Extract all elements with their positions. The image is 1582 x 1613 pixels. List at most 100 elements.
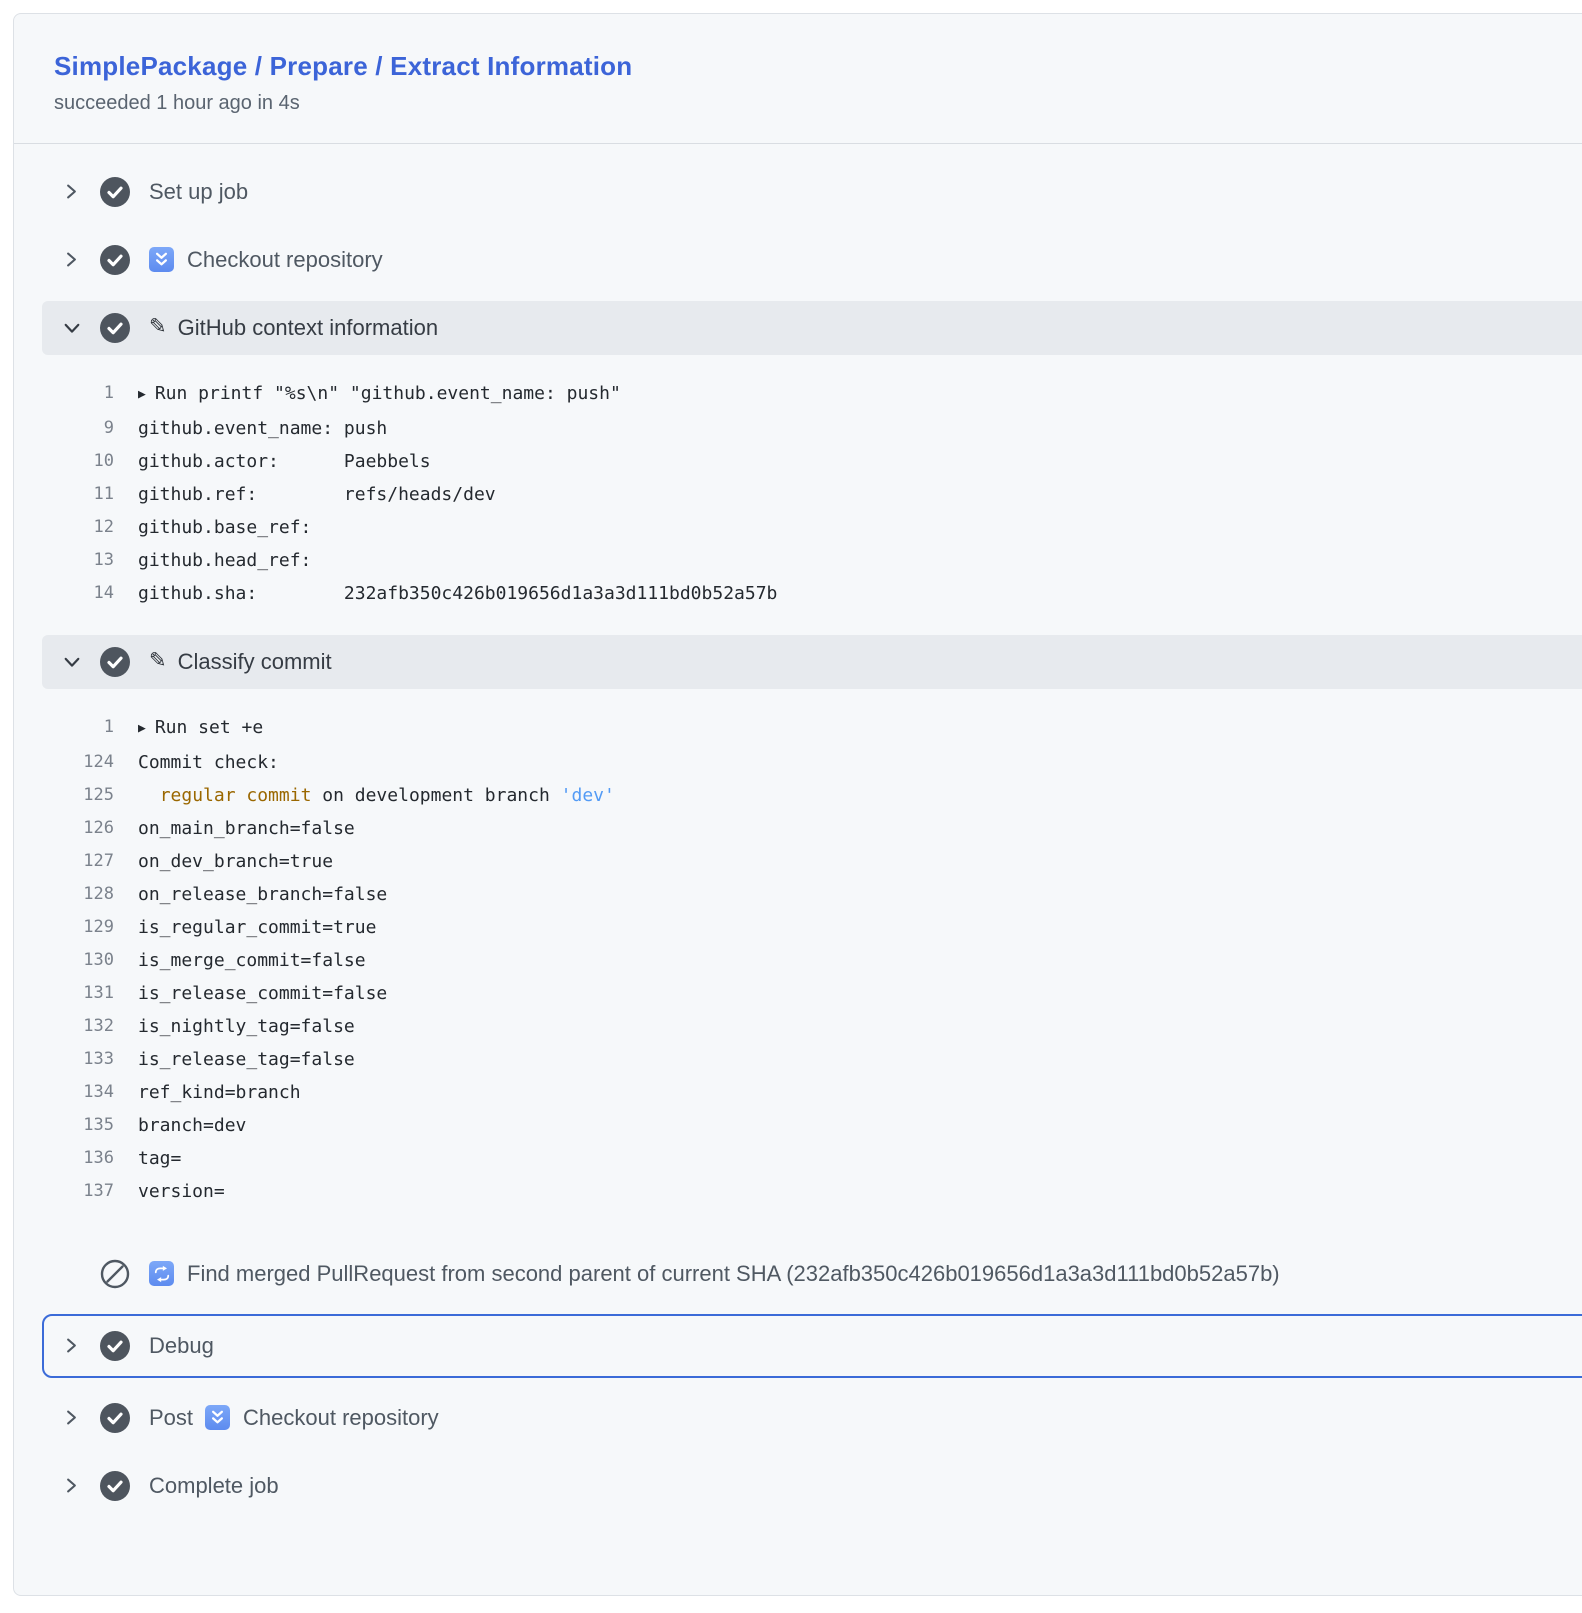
- log-line-text: ▶Run set +e: [138, 711, 263, 746]
- chevron-right-icon[interactable]: [62, 1408, 81, 1427]
- step-row-checkout-repository[interactable]: Checkout repository: [42, 226, 1582, 294]
- log-line-number[interactable]: 124: [42, 746, 138, 779]
- log-line-number[interactable]: 13: [42, 544, 138, 577]
- log-line: 129is_regular_commit=true: [42, 911, 1582, 944]
- log-segment: github.actor: Paebbels: [138, 451, 431, 472]
- log-line-number[interactable]: 11: [42, 478, 138, 511]
- log-line-number[interactable]: 10: [42, 445, 138, 478]
- log-line-text: github.head_ref:: [138, 544, 311, 577]
- log-line-text: is_release_tag=false: [138, 1043, 355, 1076]
- log-segment: github.head_ref:: [138, 550, 311, 571]
- job-header: SimplePackage / Prepare / Extract Inform…: [14, 14, 1582, 143]
- log-segment: tag=: [138, 1148, 181, 1169]
- step-label: Complete job: [149, 1473, 279, 1499]
- log-segment: is_regular_commit=true: [138, 917, 376, 938]
- log-line: 11github.ref: refs/heads/dev: [42, 478, 1582, 511]
- log-segment: branch=dev: [138, 1115, 246, 1136]
- log-segment: on_release_branch=false: [138, 884, 387, 905]
- log-line-text: ▶Run printf "%s\n" "github.event_name: p…: [138, 377, 621, 412]
- success-check-icon: [100, 313, 130, 343]
- log-line: 12github.base_ref:: [42, 511, 1582, 544]
- sync-icon: [149, 1261, 174, 1286]
- log-segment: is_release_commit=false: [138, 983, 387, 1004]
- log-line-text: Commit check:: [138, 746, 279, 779]
- pencil-icon: ✎: [149, 316, 167, 337]
- log-segment: regular commit: [160, 785, 312, 806]
- log-line-number[interactable]: 14: [42, 577, 138, 610]
- step-label: Debug: [149, 1333, 214, 1359]
- log-line-number[interactable]: 132: [42, 1010, 138, 1043]
- log-line: 125 regular commit on development branch…: [42, 779, 1582, 812]
- success-check-icon: [100, 177, 130, 207]
- log-line-number[interactable]: 130: [42, 944, 138, 977]
- success-check-icon: [100, 245, 130, 275]
- success-check-icon: [100, 647, 130, 677]
- step-row-complete-job[interactable]: Complete job: [42, 1452, 1582, 1520]
- log-line-text: github.base_ref:: [138, 511, 311, 544]
- log-segment: on development branch: [311, 785, 560, 806]
- step-log-classify-commit: 1▶Run set +e124Commit check:125 regular …: [42, 689, 1582, 1226]
- chevron-right-icon[interactable]: [62, 250, 81, 269]
- success-check-icon: [100, 1471, 130, 1501]
- step-prefix: Post: [149, 1405, 193, 1431]
- log-line: 136tag=: [42, 1142, 1582, 1175]
- log-line-number[interactable]: 135: [42, 1109, 138, 1142]
- log-line-number[interactable]: 1: [42, 711, 138, 746]
- step-label: Set up job: [149, 179, 248, 205]
- expand-command-icon[interactable]: ▶: [138, 712, 146, 745]
- step-header-classify-commit[interactable]: ✎Classify commit: [42, 635, 1582, 689]
- chevron-down-icon[interactable]: [62, 318, 81, 337]
- log-line: 130is_merge_commit=false: [42, 944, 1582, 977]
- log-line-text: tag=: [138, 1142, 181, 1175]
- expand-command-icon[interactable]: ▶: [138, 378, 146, 411]
- job-title: SimplePackage / Prepare / Extract Inform…: [54, 50, 1582, 83]
- step-row-checkout-repository[interactable]: PostCheckout repository: [42, 1384, 1582, 1452]
- log-line-number[interactable]: 129: [42, 911, 138, 944]
- log-line: 13github.head_ref:: [42, 544, 1582, 577]
- log-line: 126on_main_branch=false: [42, 812, 1582, 845]
- log-line: 132is_nightly_tag=false: [42, 1010, 1582, 1043]
- step-row-find-merged-pullrequest-from-second-pare[interactable]: Find merged PullRequest from second pare…: [42, 1240, 1582, 1308]
- log-line-number[interactable]: 127: [42, 845, 138, 878]
- step-row-debug[interactable]: Debug: [42, 1314, 1582, 1378]
- log-line-number[interactable]: 128: [42, 878, 138, 911]
- log-segment: github.base_ref:: [138, 517, 311, 538]
- checkout-icon: [149, 247, 174, 272]
- log-line-number[interactable]: 9: [42, 412, 138, 445]
- log-line-text: on_release_branch=false: [138, 878, 387, 911]
- log-line: 124Commit check:: [42, 746, 1582, 779]
- log-line-number[interactable]: 12: [42, 511, 138, 544]
- log-line-number[interactable]: 126: [42, 812, 138, 845]
- steps-list: Set up job Checkout repository ✎GitHub con…: [14, 144, 1582, 1560]
- pencil-icon: ✎: [149, 650, 167, 671]
- log-segment: version=: [138, 1181, 225, 1202]
- log-line-number[interactable]: 131: [42, 977, 138, 1010]
- chevron-right-icon[interactable]: [62, 1476, 81, 1495]
- log-line-text: ref_kind=branch: [138, 1076, 301, 1109]
- log-line-text: on_main_branch=false: [138, 812, 355, 845]
- step-label: Checkout repository: [187, 247, 383, 273]
- log-line-number[interactable]: 137: [42, 1175, 138, 1208]
- log-segment: on_dev_branch=true: [138, 851, 333, 872]
- log-line: 127on_dev_branch=true: [42, 845, 1582, 878]
- log-segment: github.event_name: push: [138, 418, 387, 439]
- step-row-set-up-job[interactable]: Set up job: [42, 158, 1582, 226]
- chevron-right-icon[interactable]: [62, 1336, 81, 1355]
- log-line-text: is_nightly_tag=false: [138, 1010, 355, 1043]
- log-line-text: github.ref: refs/heads/dev: [138, 478, 496, 511]
- chevron-right-icon[interactable]: [62, 182, 81, 201]
- log-line: 10github.actor: Paebbels: [42, 445, 1582, 478]
- log-line-number[interactable]: 1: [42, 377, 138, 412]
- log-line-number[interactable]: 133: [42, 1043, 138, 1076]
- log-segment: is_release_tag=false: [138, 1049, 355, 1070]
- log-line-number[interactable]: 125: [42, 779, 138, 812]
- chevron-down-icon[interactable]: [62, 652, 81, 671]
- step-header-github-context-information[interactable]: ✎GitHub context information: [42, 301, 1582, 355]
- skipped-icon: [100, 1259, 130, 1289]
- log-line-number[interactable]: 134: [42, 1076, 138, 1109]
- log-line: 133is_release_tag=false: [42, 1043, 1582, 1076]
- log-line-number[interactable]: 136: [42, 1142, 138, 1175]
- log-line-text: github.actor: Paebbels: [138, 445, 431, 478]
- log-line-text: version=: [138, 1175, 225, 1208]
- log-line-text: github.sha: 232afb350c426b019656d1a3a3d1…: [138, 577, 777, 610]
